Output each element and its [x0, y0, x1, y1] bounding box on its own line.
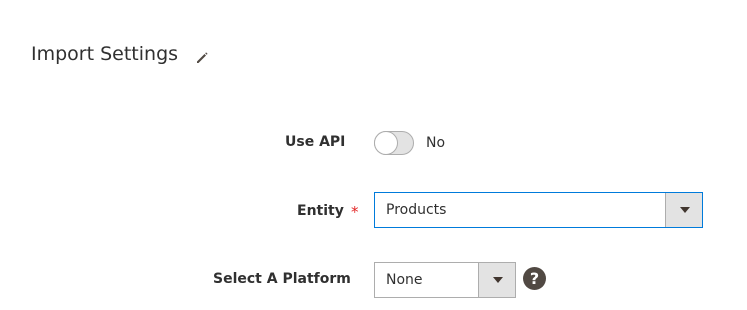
toggle-knob	[374, 131, 398, 155]
entity-select[interactable]: Products	[374, 192, 703, 228]
platform-select[interactable]: None	[374, 262, 516, 298]
use-api-toggle[interactable]	[374, 131, 414, 155]
chevron-down-icon	[680, 207, 690, 213]
chevron-down-icon	[493, 277, 503, 283]
required-marker: *	[351, 203, 359, 221]
entity-label: Entity	[297, 203, 344, 219]
platform-label: Select A Platform	[213, 271, 351, 287]
pencil-icon[interactable]	[194, 50, 210, 66]
entity-select-toggle[interactable]	[665, 193, 702, 227]
question-mark-icon[interactable]: ?	[523, 267, 546, 290]
entity-select-value: Products	[386, 202, 447, 218]
platform-select-toggle[interactable]	[478, 263, 515, 297]
section-title: Import Settings	[31, 43, 179, 65]
use-api-state-text: No	[426, 135, 446, 151]
platform-select-value: None	[386, 272, 423, 288]
use-api-label: Use API	[285, 134, 346, 150]
